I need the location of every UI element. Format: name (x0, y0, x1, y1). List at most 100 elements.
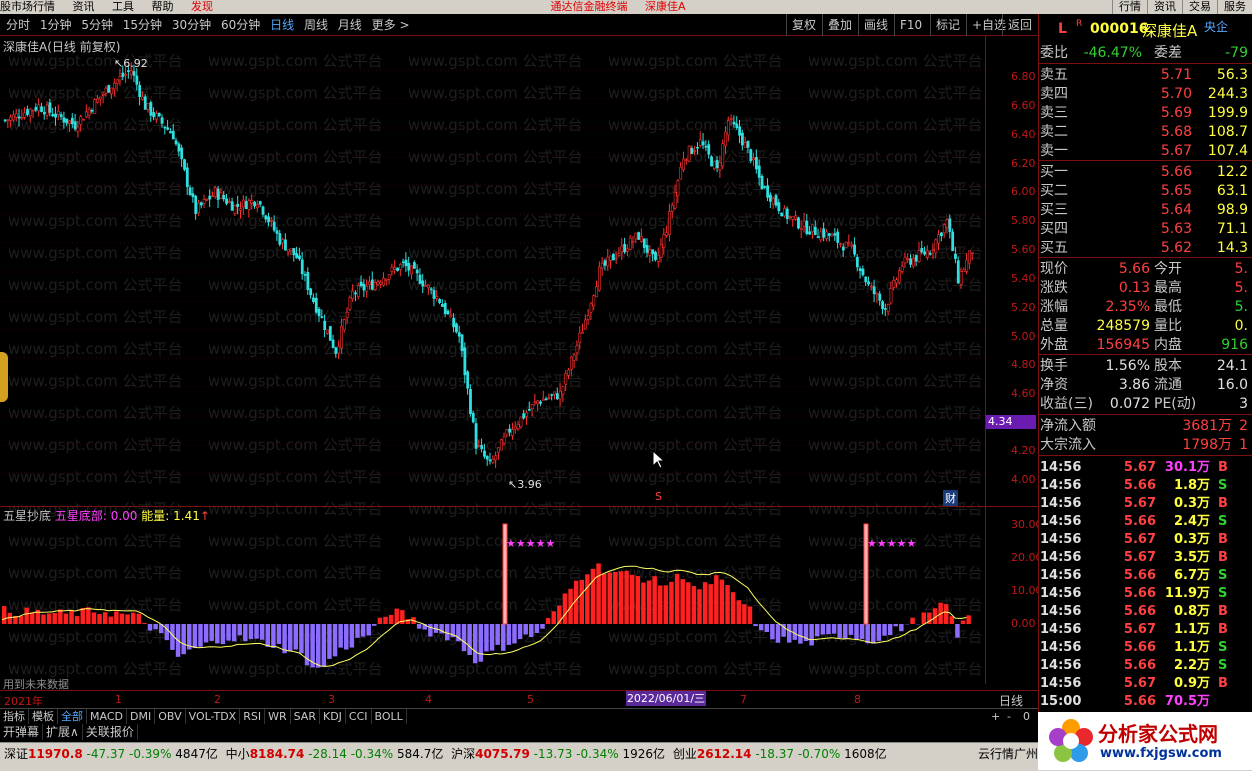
indicator-tab[interactable]: WR (265, 709, 291, 725)
fundamental-row: 净资 3.86 流通 16.0 (1040, 377, 1248, 393)
watermark-text: www.gspt.com 公式平台 (608, 404, 783, 422)
indicator-tab[interactable]: 模板 (29, 709, 58, 725)
indicator-bar (882, 624, 887, 636)
candle (799, 220, 803, 238)
watermark-text: www.gspt.com 公式平台 (608, 116, 783, 134)
indicator-bar (921, 612, 927, 624)
logo-url[interactable]: www.fxjgsw.com (1100, 746, 1222, 761)
watermark-text: www.gspt.com 公式平台 (808, 212, 983, 230)
high-marker: ↖6.92 (114, 57, 148, 70)
candle (547, 393, 551, 400)
candle (797, 216, 800, 230)
indicator-tab[interactable]: CCI (346, 709, 372, 725)
adjust-button[interactable]: 复权 (786, 14, 821, 36)
candle (544, 396, 548, 401)
candle (914, 254, 918, 267)
period-tab[interactable]: 5分钟 (81, 14, 113, 36)
mark-button[interactable]: 标记 (930, 14, 965, 36)
period-tab[interactable]: 分时 (6, 14, 30, 36)
indicator-bar (714, 575, 719, 624)
price-tick: 6.20 (1011, 157, 1036, 170)
menu-item[interactable]: 资讯 (73, 0, 95, 13)
reset-pane-button[interactable]: 0 (1020, 709, 1033, 725)
indicator-tab[interactable]: RSI (240, 709, 266, 725)
candle (202, 194, 206, 208)
date-tick: 4 (425, 693, 432, 706)
period-tab[interactable]: 30分钟 (172, 14, 211, 36)
back-button[interactable]: 返回 (1002, 14, 1037, 36)
danmaku-button[interactable]: 开弹幕 (0, 724, 44, 740)
period-more[interactable]: 更多 > (372, 14, 410, 36)
indicator-name[interactable]: 五星抄底 (3, 509, 51, 523)
remove-pane-button[interactable]: - (1004, 709, 1014, 725)
indicator-bar (2, 606, 7, 624)
period-tab[interactable]: 15分钟 (123, 14, 162, 36)
indicator-tab[interactable]: KDJ (320, 709, 346, 725)
indicator-bar (383, 616, 388, 624)
indicator-bar (366, 624, 371, 636)
top-button[interactable]: 资讯 (1147, 0, 1182, 14)
indicator-bar (697, 589, 702, 624)
watermark-text: www.gspt.com 公式平台 (608, 244, 783, 262)
s-marker[interactable]: S (655, 490, 662, 503)
menu-item[interactable]: 工具 (112, 0, 134, 13)
indicator-tab[interactable]: SAR (291, 709, 320, 725)
finance-marker[interactable]: 财 (943, 490, 958, 506)
period-tab[interactable]: 1分钟 (40, 14, 72, 36)
tick-row: 14:56 5.67 1.1万 B (1040, 622, 1228, 637)
indicator-bar (613, 572, 618, 624)
indicator-bar (287, 624, 293, 652)
period-tab-active[interactable]: 日线 (270, 14, 294, 36)
indicator-tab[interactable]: VOL-TDX (186, 709, 241, 725)
indicator-tick: 10.00 (1011, 584, 1043, 597)
indicator-bar (529, 624, 534, 638)
indicator-tab[interactable]: 指标 (0, 709, 29, 725)
watermark-text: www.gspt.com 公式平台 (408, 340, 583, 358)
f10-button[interactable]: F10 (894, 14, 927, 36)
candle (853, 237, 856, 257)
related-quote-button[interactable]: 关联报价 (83, 724, 138, 740)
indicator-bar (545, 618, 551, 624)
indicator-bar (960, 620, 966, 624)
date-tick: 5 (527, 693, 534, 706)
quote-row: 总量 248579 量比 0. (1040, 318, 1248, 334)
candle (600, 256, 604, 276)
watermark-text: www.gspt.com 公式平台 (408, 212, 583, 230)
indicator-bar (596, 563, 601, 624)
period-tab[interactable]: 周线 (304, 14, 328, 36)
period-tab[interactable]: 月线 (338, 14, 362, 36)
candle (760, 174, 764, 190)
collapse-handle[interactable] (0, 352, 8, 402)
watermark-text: www.gspt.com 公式平台 (8, 340, 183, 358)
overlay-button[interactable]: 叠加 (822, 14, 857, 36)
indicator-bar (747, 606, 753, 624)
indicator-bar (52, 612, 57, 624)
period-tab[interactable]: 60分钟 (221, 14, 260, 36)
expand-button[interactable]: 扩展∧ (43, 724, 83, 740)
menu-item-discover[interactable]: 发现 (191, 0, 213, 13)
watermark-text: www.gspt.com 公式平台 (408, 180, 583, 198)
indicator-tab[interactable]: BOLL (372, 709, 407, 725)
ask-level-row: 卖一 5.67 107.4 (1040, 143, 1248, 159)
indicator-tab[interactable]: DMI (127, 709, 156, 725)
server-label[interactable]: 云行情广州 (978, 743, 1038, 765)
kline-chart[interactable]: www.gspt.com 公式平台 www.gspt.com 公式平台 www.gs… (0, 36, 986, 690)
draw-button[interactable]: 画线 (858, 14, 893, 36)
indicator-tab[interactable]: OBV (155, 709, 186, 725)
top-button[interactable]: 服务 (1217, 0, 1252, 14)
quote-row: 涨幅 2.35% 最低 5. (1040, 299, 1248, 315)
indicator-tab-active[interactable]: 全部 (58, 709, 87, 725)
top-button[interactable]: 交易 (1182, 0, 1217, 14)
indicator-bar (725, 584, 730, 624)
candle (488, 452, 492, 465)
candle (384, 278, 388, 286)
indicator-bar (910, 617, 915, 624)
top-button[interactable]: 行情 (1112, 0, 1147, 14)
watermark-text: www.gspt.com 公式平台 (608, 180, 783, 198)
menu-item[interactable]: 帮助 (152, 0, 174, 13)
low-label: 3.96 (517, 478, 542, 491)
indicator-tab[interactable]: MACD (87, 709, 127, 725)
menu-item[interactable]: 股市场行情 (0, 0, 55, 13)
watermark-text: www.gspt.com 公式平台 (408, 660, 583, 678)
add-pane-button[interactable]: + (988, 709, 1003, 725)
